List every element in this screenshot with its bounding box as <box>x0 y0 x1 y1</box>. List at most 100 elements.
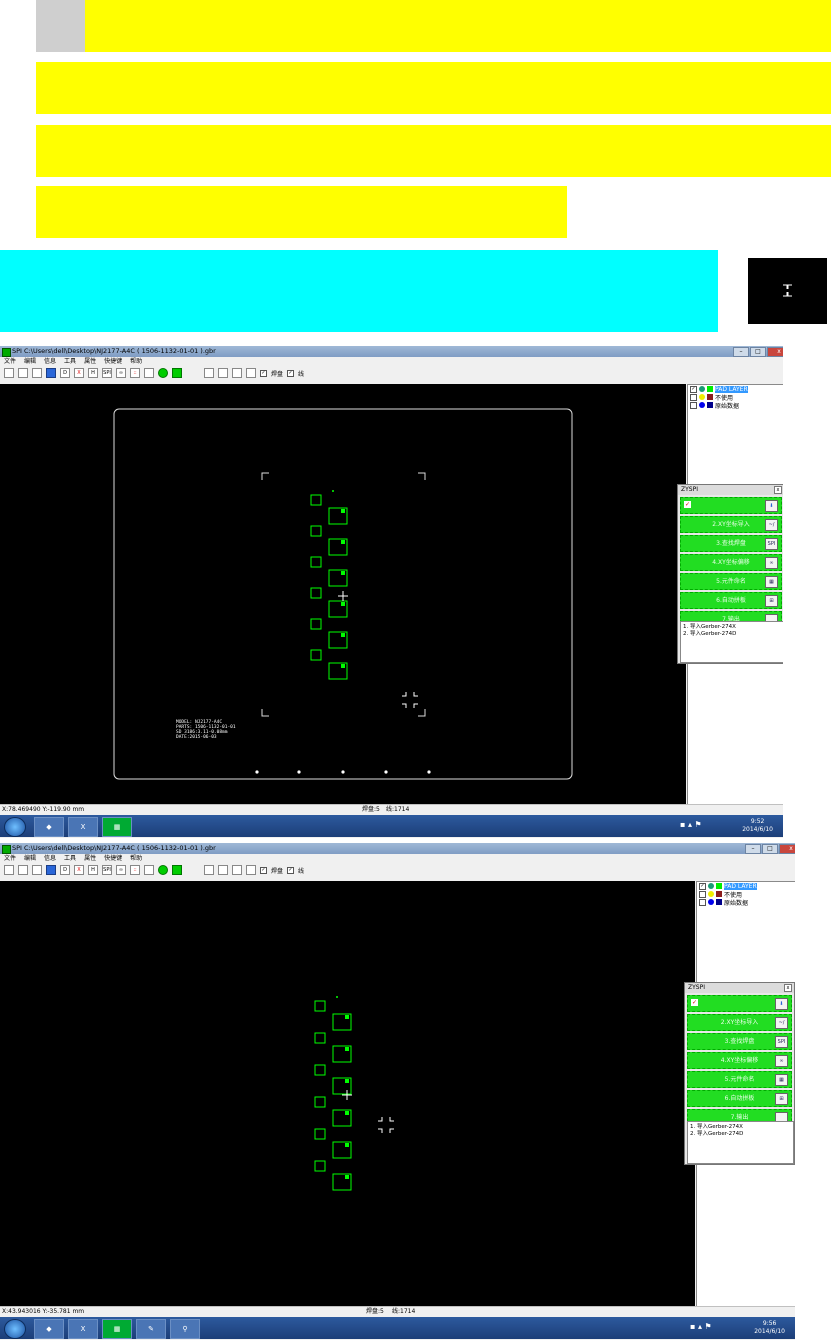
start-button[interactable] <box>4 817 26 837</box>
menu-edit[interactable]: 编辑 <box>24 854 36 864</box>
clock[interactable]: 9:52 2014/6/10 <box>742 818 773 834</box>
green-dot-icon[interactable] <box>158 368 168 378</box>
ng-icon[interactable]: ∞ <box>116 865 126 875</box>
zyspi-import-button[interactable]: ✓ ⬇ <box>687 995 792 1012</box>
zoom-in-icon[interactable] <box>218 368 228 378</box>
line-checkbox[interactable]: ✓ <box>287 369 295 377</box>
dots-icon[interactable]: :: <box>130 865 140 875</box>
menu-help[interactable]: 帮助 <box>130 357 142 367</box>
zoom-out-icon[interactable] <box>232 368 242 378</box>
pad-checkbox[interactable]: ✓ <box>260 866 267 874</box>
small-pad <box>314 1032 326 1044</box>
green-dot-icon[interactable] <box>158 865 168 875</box>
start-button[interactable] <box>4 1319 26 1339</box>
taskbar-paint-icon[interactable]: ✎ <box>136 1319 166 1339</box>
zyspi-import-button[interactable]: ✓ ⬇ <box>680 497 782 514</box>
pad-checkbox[interactable]: ✓ <box>260 369 267 377</box>
maximize-button[interactable]: □ <box>762 844 778 854</box>
zyspi-close-button[interactable]: x <box>774 486 782 494</box>
pcb-canvas[interactable]: MODEL: NJ2177-A4C PARTS: 1506-1132-01-01… <box>0 384 686 804</box>
spi-icon[interactable]: SPI <box>102 368 112 378</box>
dots-icon[interactable]: :: <box>130 368 140 378</box>
layer-checkbox[interactable]: ✓ <box>699 882 706 890</box>
minimize-button[interactable]: – <box>733 347 749 357</box>
layer-checkbox[interactable] <box>699 898 706 906</box>
taskbar-excel-icon[interactable]: X <box>68 1319 98 1339</box>
zyspi-auto-panel-button[interactable]: 6.自动拼板 ⊞ <box>680 592 782 609</box>
close-button[interactable]: x <box>767 347 783 357</box>
menu-file[interactable]: 文件 <box>4 854 16 864</box>
taskbar-search-icon[interactable]: ⚲ <box>170 1319 200 1339</box>
ng-icon[interactable]: ∞ <box>116 368 126 378</box>
layer-row-pad[interactable]: ✓ PAD LAYER <box>697 882 795 890</box>
zoom-window-icon[interactable] <box>246 368 256 378</box>
zoom-in-icon[interactable] <box>218 865 228 875</box>
taskbar-spi-icon[interactable]: ▦ <box>102 817 132 837</box>
zyspi-name-parts-button[interactable]: 5.元件命名 ▦ <box>687 1071 792 1088</box>
layer-checkbox[interactable] <box>699 890 706 898</box>
h-icon[interactable]: H <box>88 865 98 875</box>
zoom-fit-icon[interactable] <box>204 865 214 875</box>
taskbar-app-icon[interactable]: ◆ <box>34 1319 64 1339</box>
tray-icons[interactable]: ▪ ▴ ⚑ <box>690 1322 712 1331</box>
menu-properties[interactable]: 属性 <box>84 854 96 864</box>
close-button[interactable]: x <box>779 844 795 854</box>
d-icon[interactable]: D <box>60 865 70 875</box>
taskbar-app-icon[interactable]: ◆ <box>34 817 64 837</box>
green-square-icon[interactable] <box>172 368 182 378</box>
zoom-out-icon[interactable] <box>232 865 242 875</box>
zyspi-xy-import-button[interactable]: 2.XY坐标导入 ~/ <box>687 1014 792 1031</box>
zyspi-name-parts-button[interactable]: 5.元件命名 ▦ <box>680 573 782 590</box>
layer-row-pad[interactable]: ✓ PAD LAYER <box>688 385 783 393</box>
zoom-window-icon[interactable] <box>246 865 256 875</box>
menu-edit[interactable]: 编辑 <box>24 357 36 367</box>
green-square-icon[interactable] <box>172 865 182 875</box>
zyspi-xy-offset-button[interactable]: 4.XY坐标偏移 ∞ <box>680 554 782 571</box>
zyspi-xy-import-button[interactable]: 2.XY坐标导入 ~/ <box>680 516 782 533</box>
download-icon[interactable] <box>46 865 56 875</box>
new-icon[interactable] <box>4 368 14 378</box>
x-icon[interactable]: X <box>74 368 84 378</box>
minimize-button[interactable]: – <box>745 844 761 854</box>
menu-tools[interactable]: 工具 <box>64 854 76 864</box>
d-icon[interactable]: D <box>60 368 70 378</box>
zyspi-close-button[interactable]: x <box>784 984 792 992</box>
menu-info[interactable]: 信息 <box>44 357 56 367</box>
taskbar-excel-icon[interactable]: X <box>68 817 98 837</box>
layer-checkbox[interactable]: ✓ <box>690 385 697 393</box>
zyspi-find-pad-button[interactable]: 3.查找焊盘 SPI <box>687 1033 792 1050</box>
tray-icons[interactable]: ▪ ▴ ⚑ <box>680 820 702 829</box>
pcb-canvas[interactable] <box>0 881 695 1306</box>
layer-checkbox[interactable] <box>690 401 697 409</box>
menu-help[interactable]: 帮助 <box>130 854 142 864</box>
new-icon[interactable] <box>4 865 14 875</box>
menu-info[interactable]: 信息 <box>44 854 56 864</box>
taskbar-spi-icon[interactable]: ▦ <box>102 1319 132 1339</box>
x-icon[interactable]: X <box>74 865 84 875</box>
grid-icon[interactable] <box>144 368 154 378</box>
menu-shortcuts[interactable]: 快捷键 <box>104 357 122 367</box>
save-icon[interactable] <box>32 368 42 378</box>
layer-row-raw[interactable]: 原始数据 <box>697 898 795 907</box>
menu-shortcuts[interactable]: 快捷键 <box>104 854 122 864</box>
zoom-fit-icon[interactable] <box>204 368 214 378</box>
line-checkbox[interactable]: ✓ <box>287 866 295 874</box>
download-icon[interactable] <box>46 368 56 378</box>
clock[interactable]: 9:56 2014/6/10 <box>754 1320 785 1336</box>
zyspi-xy-offset-button[interactable]: 4.XY坐标偏移 ∞ <box>687 1052 792 1069</box>
h-icon[interactable]: H <box>88 368 98 378</box>
save-icon[interactable] <box>32 865 42 875</box>
spi-icon[interactable]: SPI <box>102 865 112 875</box>
menu-file[interactable]: 文件 <box>4 357 16 367</box>
layer-row-raw[interactable]: 原始数据 <box>688 401 783 410</box>
zyspi-find-pad-button[interactable]: 3.查找焊盘 SPI <box>680 535 782 552</box>
menu-tools[interactable]: 工具 <box>64 357 76 367</box>
layer-checkbox[interactable] <box>690 393 697 401</box>
grid-icon[interactable] <box>144 865 154 875</box>
open-icon[interactable] <box>18 368 28 378</box>
zyspi-auto-panel-button[interactable]: 6.自动拼板 ⊞ <box>687 1090 792 1107</box>
menu-properties[interactable]: 属性 <box>84 357 96 367</box>
open-icon[interactable] <box>18 865 28 875</box>
maximize-button[interactable]: □ <box>750 347 766 357</box>
pad-marker <box>341 633 345 637</box>
